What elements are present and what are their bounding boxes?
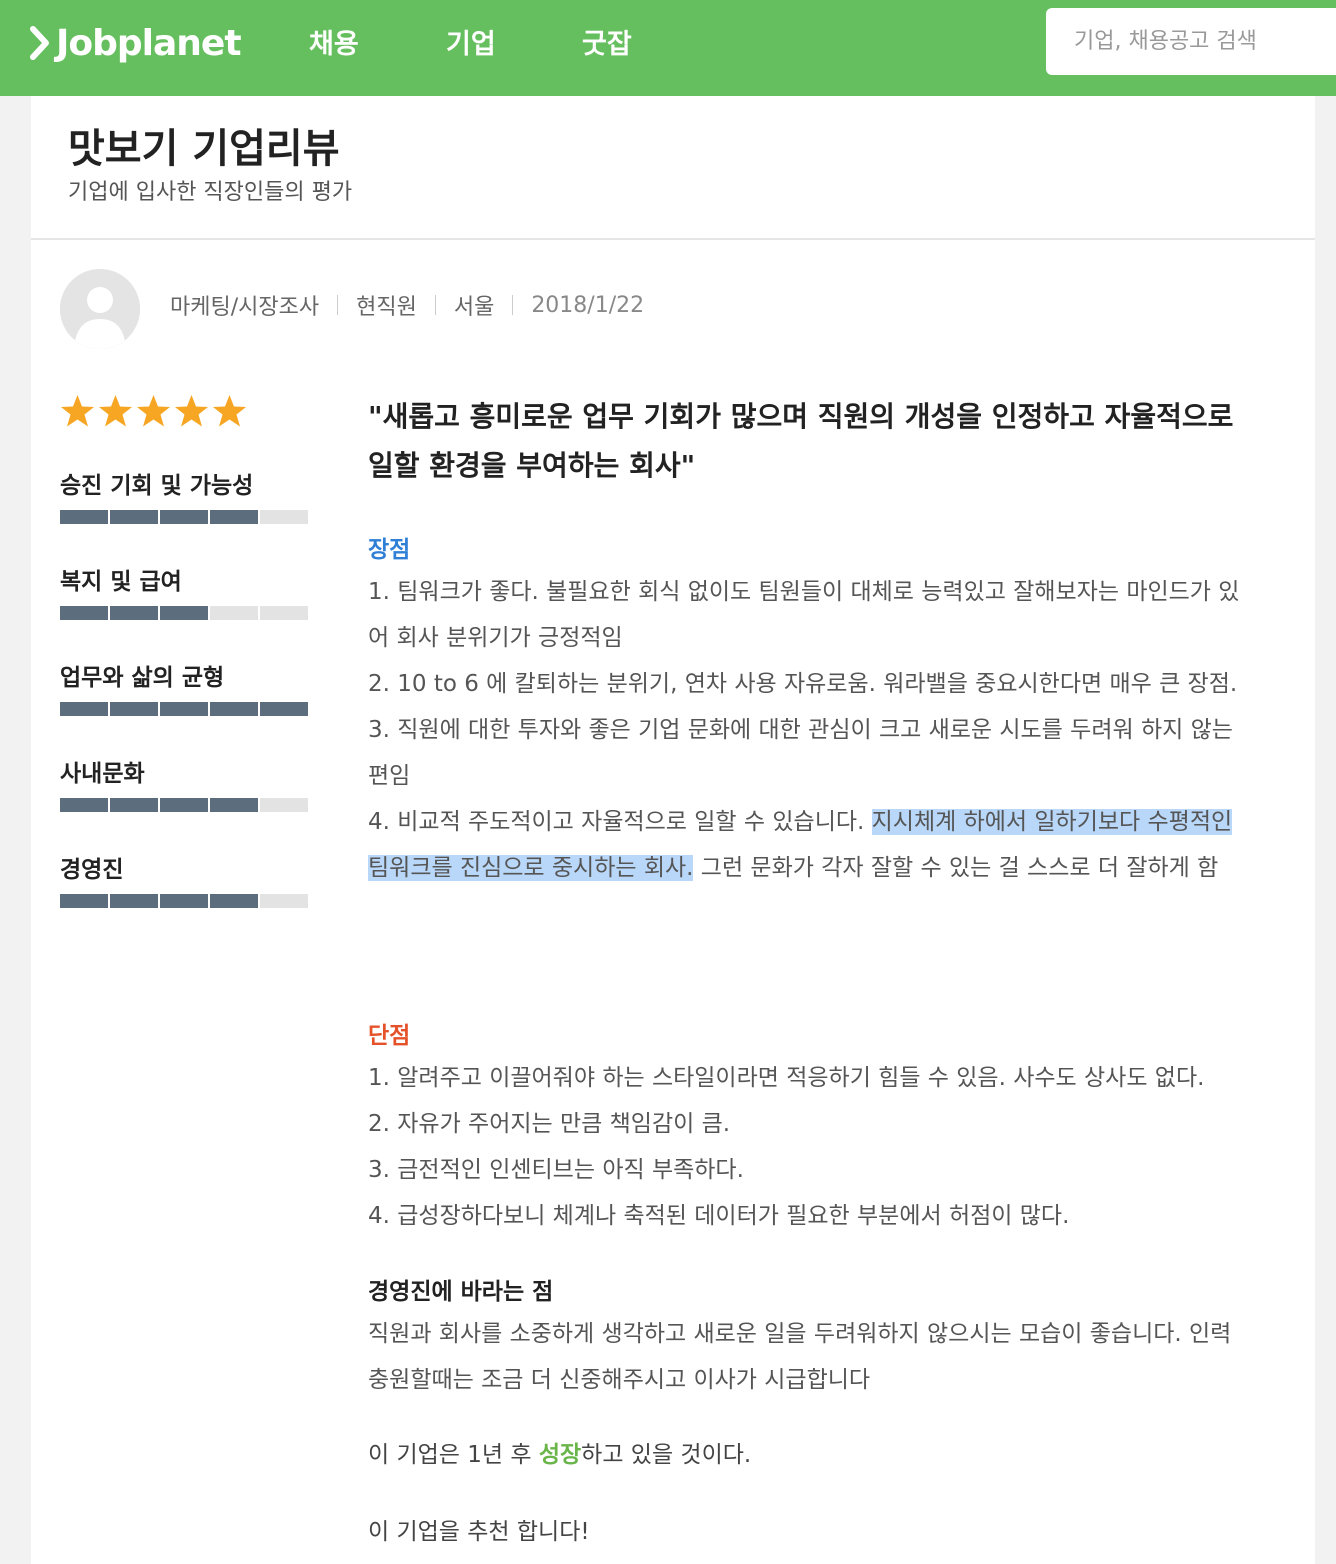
nav-goodjob[interactable]: 굿잡 xyxy=(582,22,632,61)
rating-label-welfare: 복지 및 급여 xyxy=(60,569,182,595)
rating-segment xyxy=(110,606,158,620)
rating-segment xyxy=(60,606,108,620)
nav-jobs[interactable]: 채용 xyxy=(309,22,359,61)
rating-bar-culture xyxy=(60,798,308,812)
rating-segment xyxy=(60,702,108,716)
jobplanet-logo[interactable]: Jobplanet xyxy=(30,18,242,68)
growth-forecast: 이 기업은 1년 후 성장하고 있을 것이다. xyxy=(368,1435,751,1469)
page-subtitle: 기업에 입사한 직장인들의 평가 xyxy=(68,180,353,205)
meta-separator xyxy=(434,295,436,315)
rating-label-promotion: 승진 기회 및 가능성 xyxy=(60,473,254,499)
review-card: 맛보기 기업리뷰 기업에 입사한 직장인들의 평가 마케팅/시장조사 현직원 서… xyxy=(31,96,1315,1564)
star-icon xyxy=(213,395,246,427)
cons-item: 3. 금전적인 인센티브는 아직 부족하다. xyxy=(368,1157,744,1183)
rating-segment xyxy=(260,510,308,524)
overall-star-rating xyxy=(59,393,248,429)
pros-item: 4. 비교적 주도적이고 자율적으로 일할 수 있습니다. 지시체계 하에서 일… xyxy=(368,799,1248,891)
pros-item-text: 4. 비교적 주도적이고 자율적으로 일할 수 있습니다. xyxy=(368,809,872,835)
rating-segment xyxy=(210,606,258,620)
review-headline: "새롭고 흥미로운 업무 기회가 많으며 직원의 개성을 인정하고 자율적으로 … xyxy=(368,400,1234,482)
wish-heading: 경영진에 바라는 점 xyxy=(368,1279,554,1305)
rating-segment xyxy=(260,702,308,716)
reviewer-job: 마케팅/시장조사 xyxy=(170,295,320,320)
rating-segment xyxy=(260,798,308,812)
forecast-keyword: 성장 xyxy=(538,1442,582,1468)
rating-segment xyxy=(110,702,158,716)
rating-segment xyxy=(210,702,258,716)
rating-segment xyxy=(260,606,308,620)
search-input[interactable] xyxy=(1046,8,1336,75)
recommendation: 이 기업을 추천 합니다! xyxy=(368,1519,590,1545)
rating-segment xyxy=(210,798,258,812)
nav-companies[interactable]: 기업 xyxy=(446,22,496,61)
rating-label-culture: 사내문화 xyxy=(60,761,145,787)
pros-item: 1. 팀워크가 좋다. 불필요한 회식 없이도 팀원들이 대체로 능력있고 잘해… xyxy=(368,579,1240,651)
forecast-suffix: 하고 있을 것이다. xyxy=(581,1442,752,1468)
cons-list: 1. 알려주고 이끌어줘야 하는 스타일이라면 적응하기 힘들 수 있음. 사수… xyxy=(368,1055,1248,1239)
rating-segment xyxy=(110,798,158,812)
reviewer-meta: 마케팅/시장조사 현직원 서울 2018/1/22 xyxy=(170,289,644,321)
divider xyxy=(31,238,1315,240)
star-icon xyxy=(61,395,94,427)
star-icon xyxy=(99,395,132,427)
pros-item-text: 그런 문화가 각자 잘할 수 있는 걸 스스로 더 잘하게 함 xyxy=(693,855,1219,881)
rating-segment xyxy=(160,510,208,524)
rating-bar-welfare xyxy=(60,606,308,620)
review-date: 2018/1/22 xyxy=(531,292,645,318)
rating-segment xyxy=(210,510,258,524)
rating-segment xyxy=(60,798,108,812)
cons-item: 2. 자유가 주어지는 만큼 책임감이 큼. xyxy=(368,1111,731,1137)
cons-item: 1. 알려주고 이끌어줘야 하는 스타일이라면 적응하기 힘들 수 있음. 사수… xyxy=(368,1065,1205,1091)
star-icon xyxy=(137,395,170,427)
pros-item: 2. 10 to 6 에 칼퇴하는 분위기, 연차 사용 자유로움. 워라밸을 … xyxy=(368,671,1238,697)
pros-list: 1. 팀워크가 좋다. 불필요한 회식 없이도 팀원들이 대체로 능력있고 잘해… xyxy=(368,569,1248,891)
cons-heading: 단점 xyxy=(368,1023,411,1049)
rating-segment xyxy=(60,510,108,524)
rating-segment xyxy=(260,894,308,908)
rating-bar-work-life xyxy=(60,702,308,716)
avatar xyxy=(60,269,140,349)
page-title: 맛보기 기업리뷰 xyxy=(68,126,340,172)
reviewer-location: 서울 xyxy=(453,295,495,320)
rating-label-management: 경영진 xyxy=(60,857,124,883)
rating-segment xyxy=(110,894,158,908)
forecast-prefix: 이 기업은 1년 후 xyxy=(368,1442,539,1468)
cons-item: 4. 급성장하다보니 체계나 축적된 데이터가 필요한 부분에서 허점이 많다. xyxy=(368,1203,1070,1229)
rating-segment xyxy=(160,894,208,908)
rating-bar-promotion xyxy=(60,510,308,524)
pros-heading: 장점 xyxy=(368,537,411,563)
logo-text: Jobplanet xyxy=(56,22,242,64)
star-icon xyxy=(175,395,208,427)
rating-segment xyxy=(60,894,108,908)
pros-item: 3. 직원에 대한 투자와 좋은 기업 문화에 대한 관심이 크고 새로운 시도… xyxy=(368,717,1233,789)
rating-segment xyxy=(110,510,158,524)
meta-separator xyxy=(337,295,339,315)
wish-text: 직원과 회사를 소중하게 생각하고 새로운 일을 두려워하지 않으시는 모습이 … xyxy=(368,1321,1232,1393)
rating-bar-management xyxy=(60,894,308,908)
meta-separator xyxy=(512,295,514,315)
chevron-logo-icon xyxy=(30,26,49,60)
rating-segment xyxy=(160,606,208,620)
rating-label-work-life: 업무와 삶의 균형 xyxy=(60,665,225,691)
default-user-icon xyxy=(60,269,140,349)
rating-segment xyxy=(160,798,208,812)
top-navigation-bar: Jobplanet 채용 기업 굿잡 xyxy=(0,0,1336,96)
rating-segment xyxy=(210,894,258,908)
rating-segment xyxy=(160,702,208,716)
reviewer-status: 현직원 xyxy=(356,295,417,320)
